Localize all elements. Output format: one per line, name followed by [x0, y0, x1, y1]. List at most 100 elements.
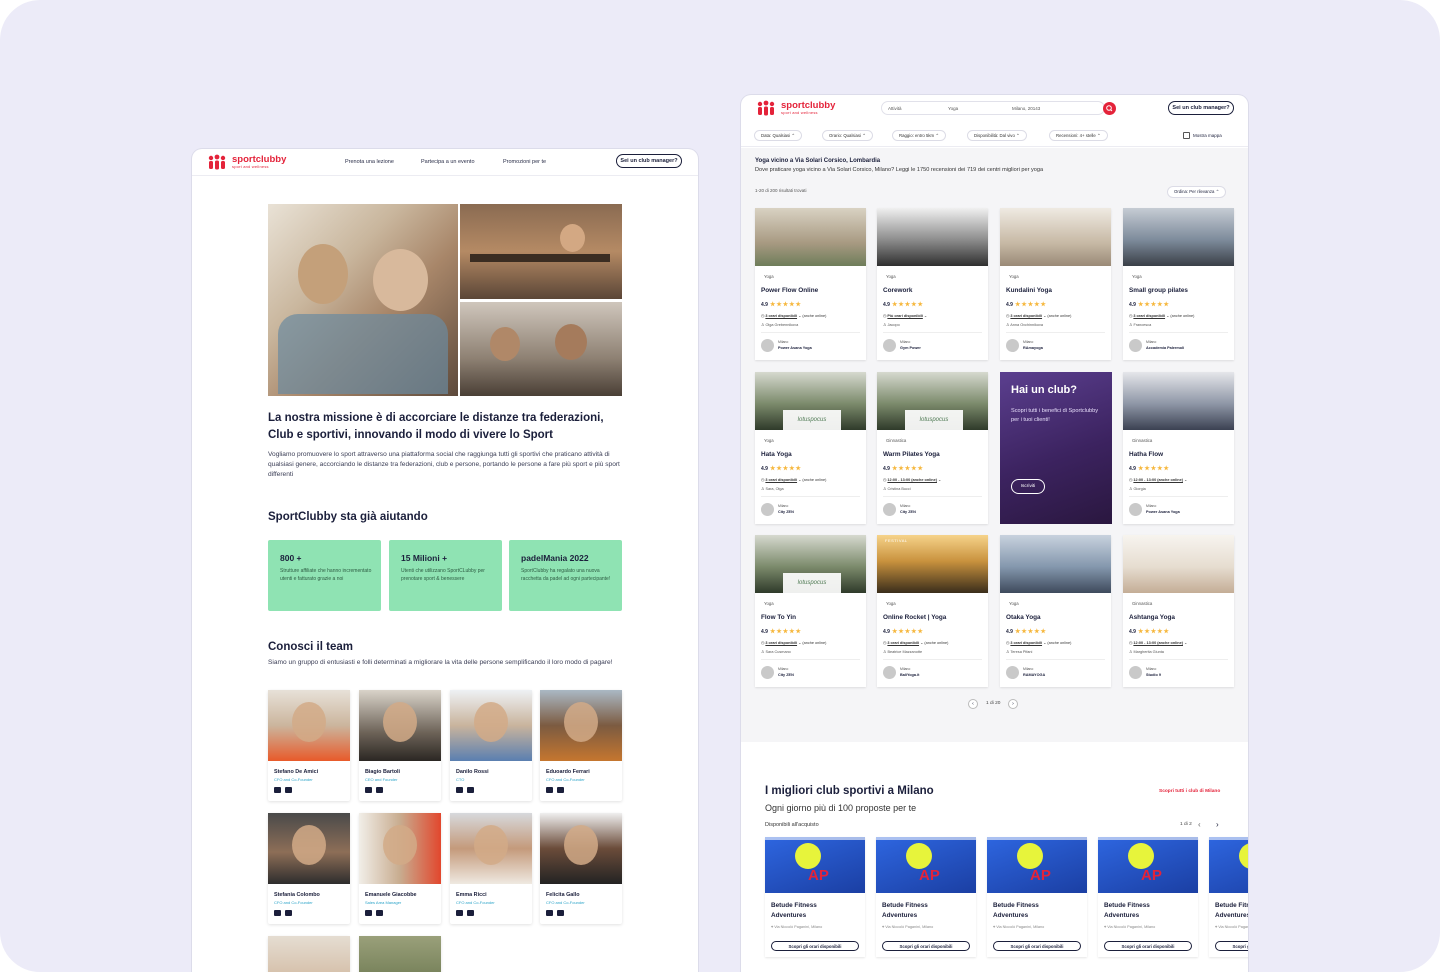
promo-signup-button[interactable]: Iscriviti	[1011, 479, 1045, 494]
slots-link[interactable]: 3 orari disponibili	[765, 478, 797, 482]
map-toggle[interactable]: Mostra mappa	[1183, 132, 1222, 139]
class-slots[interactable]: ◷ 12:00 - 13:00 (anche online) ⌄	[1129, 477, 1187, 482]
activity-input[interactable]: Yoga	[948, 106, 958, 111]
class-card[interactable]: FESTIVAL Yoga Online Rocket | Yoga 4.9 ★★★★★…	[877, 535, 988, 687]
class-slots[interactable]: ◷ 3 orari disponibili ⌄ (anche online)	[1129, 313, 1194, 318]
class-card[interactable]: Yoga Power Flow Online 4.9 ★★★★★ ◷ 3 orari d…	[755, 208, 866, 360]
club-photo: AP	[1098, 837, 1198, 893]
user-icon: ♙	[1129, 650, 1133, 654]
slots-link[interactable]: 3 orari disponibili	[765, 314, 797, 318]
club-manager-button[interactable]: Sei un club manager?	[1168, 101, 1234, 115]
club-card[interactable]: AP Betude Fitness Adventures ⌖ Via Niccolò…	[1209, 837, 1248, 957]
class-card[interactable]: lotuspocus Yoga Hata Yoga 4.9 ★★★★★ ◷ 3 orari…	[755, 372, 866, 524]
mail-icon[interactable]	[376, 910, 383, 916]
view-slots-button[interactable]: Scopri gli orari disponibili	[771, 941, 859, 951]
linkedin-icon[interactable]	[274, 910, 281, 916]
class-title: Small group pilates	[1129, 287, 1188, 294]
club-card[interactable]: AP Betude Fitness Adventures ⌖ Via Niccolò…	[1098, 837, 1198, 957]
mail-icon[interactable]	[285, 910, 292, 916]
rating-value: 4.9	[883, 301, 890, 308]
slots-link[interactable]: Più orari disponibili	[887, 314, 922, 318]
nav-join-event[interactable]: Partecipa a un evento	[421, 159, 475, 165]
slots-link[interactable]: 3 orari disponibili	[1010, 641, 1042, 645]
member-role: CFO and Co-Founder	[456, 900, 495, 905]
class-slots[interactable]: ◷ 3 orari disponibili ⌄ (anche online)	[883, 640, 948, 645]
class-slots[interactable]: ◷ 3 orari disponibili ⌄ (anche online)	[761, 477, 826, 482]
class-card[interactable]: lotuspocus Ginnastica Warm Pilates Yoga 4.9…	[877, 372, 988, 524]
mail-icon[interactable]	[376, 787, 383, 793]
star-rating-icon: ★★★★★	[1137, 629, 1170, 635]
chevron-right-icon[interactable]: ›	[1216, 820, 1219, 829]
search-icon[interactable]	[1103, 102, 1116, 115]
class-mode: (anche online)	[1047, 641, 1072, 645]
class-rating: 4.9 ★★★★★	[761, 465, 802, 473]
class-card[interactable]: Ginnastica Ashtanga Yoga 4.9 ★★★★★ ◷ 12:00 -…	[1123, 535, 1234, 687]
next-page-button[interactable]: ›	[1008, 699, 1018, 709]
filter-reviews[interactable]: Recensioni: 4+ stelle ⌃	[1049, 130, 1108, 141]
studio-name: RAMAYOGA	[1023, 673, 1046, 677]
club-card[interactable]: AP Betude Fitness Adventures ⌖ Via Niccolò…	[876, 837, 976, 957]
search-bar[interactable]: Attività Yoga Milano, 20143	[881, 101, 1105, 115]
sort-dropdown[interactable]: Ordina: Per rilevanza ⌃	[1167, 186, 1227, 198]
view-slots-button[interactable]: Scopri gli orari disponibili	[1215, 941, 1248, 951]
class-card[interactable]: Yoga Kundalini Yoga 4.9 ★★★★★ ◷ 3 orari disp…	[1000, 208, 1111, 360]
class-card[interactable]: lotuspocus Yoga Flow To Yin 4.9 ★★★★★ ◷ 3 ora…	[755, 535, 866, 687]
checkbox-icon[interactable]	[1183, 132, 1190, 139]
linkedin-icon[interactable]	[365, 787, 372, 793]
class-slots[interactable]: ◷ 12:00 - 13:00 (anche online) ⌄	[1129, 640, 1187, 645]
prev-page-button[interactable]: ‹	[968, 699, 978, 709]
clock-icon: ◷	[1129, 478, 1133, 482]
filter-time[interactable]: Orario: Qualsiasi ⌃	[822, 130, 873, 141]
brand-logo[interactable]: sportclubby sport and wellness	[755, 100, 835, 116]
location-input[interactable]: Milano, 20143	[1012, 106, 1040, 111]
class-slots[interactable]: ◷ Più orari disponibili ⌄	[883, 313, 927, 318]
filter-availability[interactable]: Disponibilità: Dal vivo ⌃	[967, 130, 1027, 141]
slots-link[interactable]: 12:00 - 13:00 (anche online)	[1133, 641, 1183, 645]
mail-icon[interactable]	[467, 910, 474, 916]
mail-icon[interactable]	[557, 787, 564, 793]
slots-link[interactable]: 12:00 - 13:00 (anche online)	[1133, 478, 1183, 482]
slots-link[interactable]: 3 orari disponibili	[1133, 314, 1165, 318]
class-slots[interactable]: ◷ 12:00 - 13:00 (anche online) ⌄	[883, 477, 941, 482]
linkedin-icon[interactable]	[456, 910, 463, 916]
brand-logo[interactable]: sportclubby sport and wellness	[206, 154, 286, 170]
nav-book-lesson[interactable]: Prenota una lezione	[345, 159, 394, 165]
mail-icon[interactable]	[467, 787, 474, 793]
linkedin-icon[interactable]	[546, 787, 553, 793]
class-card[interactable]: Ginnastica Hatha Flow 4.9 ★★★★★ ◷ 12:00 - 13…	[1123, 372, 1234, 524]
class-slots[interactable]: ◷ 3 orari disponibili ⌄ (anche online)	[1006, 313, 1071, 318]
class-slots[interactable]: ◷ 3 orari disponibili ⌄ (anche online)	[1006, 640, 1071, 645]
class-card[interactable]: Yoga Small group pilates 4.9 ★★★★★ ◷ 3 orari…	[1123, 208, 1234, 360]
mail-icon[interactable]	[285, 787, 292, 793]
view-slots-button[interactable]: Scopri gli orari disponibili	[1104, 941, 1192, 951]
class-slots[interactable]: ◷ 3 orari disponibili ⌄ (anche online)	[761, 640, 826, 645]
studio-city: Milano	[900, 667, 911, 671]
user-icon: ♙	[1129, 487, 1133, 491]
club-card[interactable]: AP Betude Fitness Adventures ⌖ Via Niccolò…	[765, 837, 865, 957]
mail-icon[interactable]	[557, 910, 564, 916]
linkedin-icon[interactable]	[274, 787, 281, 793]
studio-city: Milano	[900, 340, 911, 344]
club-manager-button[interactable]: Sei un club manager?	[616, 154, 682, 168]
slots-link[interactable]: 3 orari disponibili	[765, 641, 797, 645]
linkedin-icon[interactable]	[546, 910, 553, 916]
club-card[interactable]: AP Betude Fitness Adventures ⌖ Via Niccolò…	[987, 837, 1087, 957]
filter-radius[interactable]: Raggio: entro 5km ⌃	[892, 130, 946, 141]
linkedin-icon[interactable]	[365, 910, 372, 916]
linkedin-icon[interactable]	[456, 787, 463, 793]
chevron-left-icon[interactable]: ‹	[1198, 820, 1201, 829]
view-slots-button[interactable]: Scopri gli orari disponibili	[993, 941, 1081, 951]
class-card[interactable]: Yoga Corework 4.9 ★★★★★ ◷ Più orari disponib…	[877, 208, 988, 360]
nav-promotions[interactable]: Promozioni per te	[503, 159, 546, 165]
slots-link[interactable]: 3 orari disponibili	[1010, 314, 1042, 318]
all-clubs-link[interactable]: Scopri tutti i club di Milano	[1159, 789, 1220, 794]
slots-link[interactable]: 3 orari disponibili	[887, 641, 919, 645]
club-promo-card[interactable]: Hai un club? Scopri tutti i benefici di …	[1000, 372, 1112, 524]
class-slots[interactable]: ◷ 3 orari disponibili ⌄ (anche online)	[761, 313, 826, 318]
studio-city: Milano	[1146, 340, 1157, 344]
view-slots-button[interactable]: Scopri gli orari disponibili	[882, 941, 970, 951]
class-card[interactable]: Yoga Otaka Yoga 4.9 ★★★★★ ◷ 3 orari disponib…	[1000, 535, 1111, 687]
filter-date[interactable]: Data: Qualsiasi ⌃	[754, 130, 802, 141]
teacher-name: Sara, Olga	[765, 487, 784, 491]
slots-link[interactable]: 12:00 - 13:00 (anche online)	[887, 478, 937, 482]
